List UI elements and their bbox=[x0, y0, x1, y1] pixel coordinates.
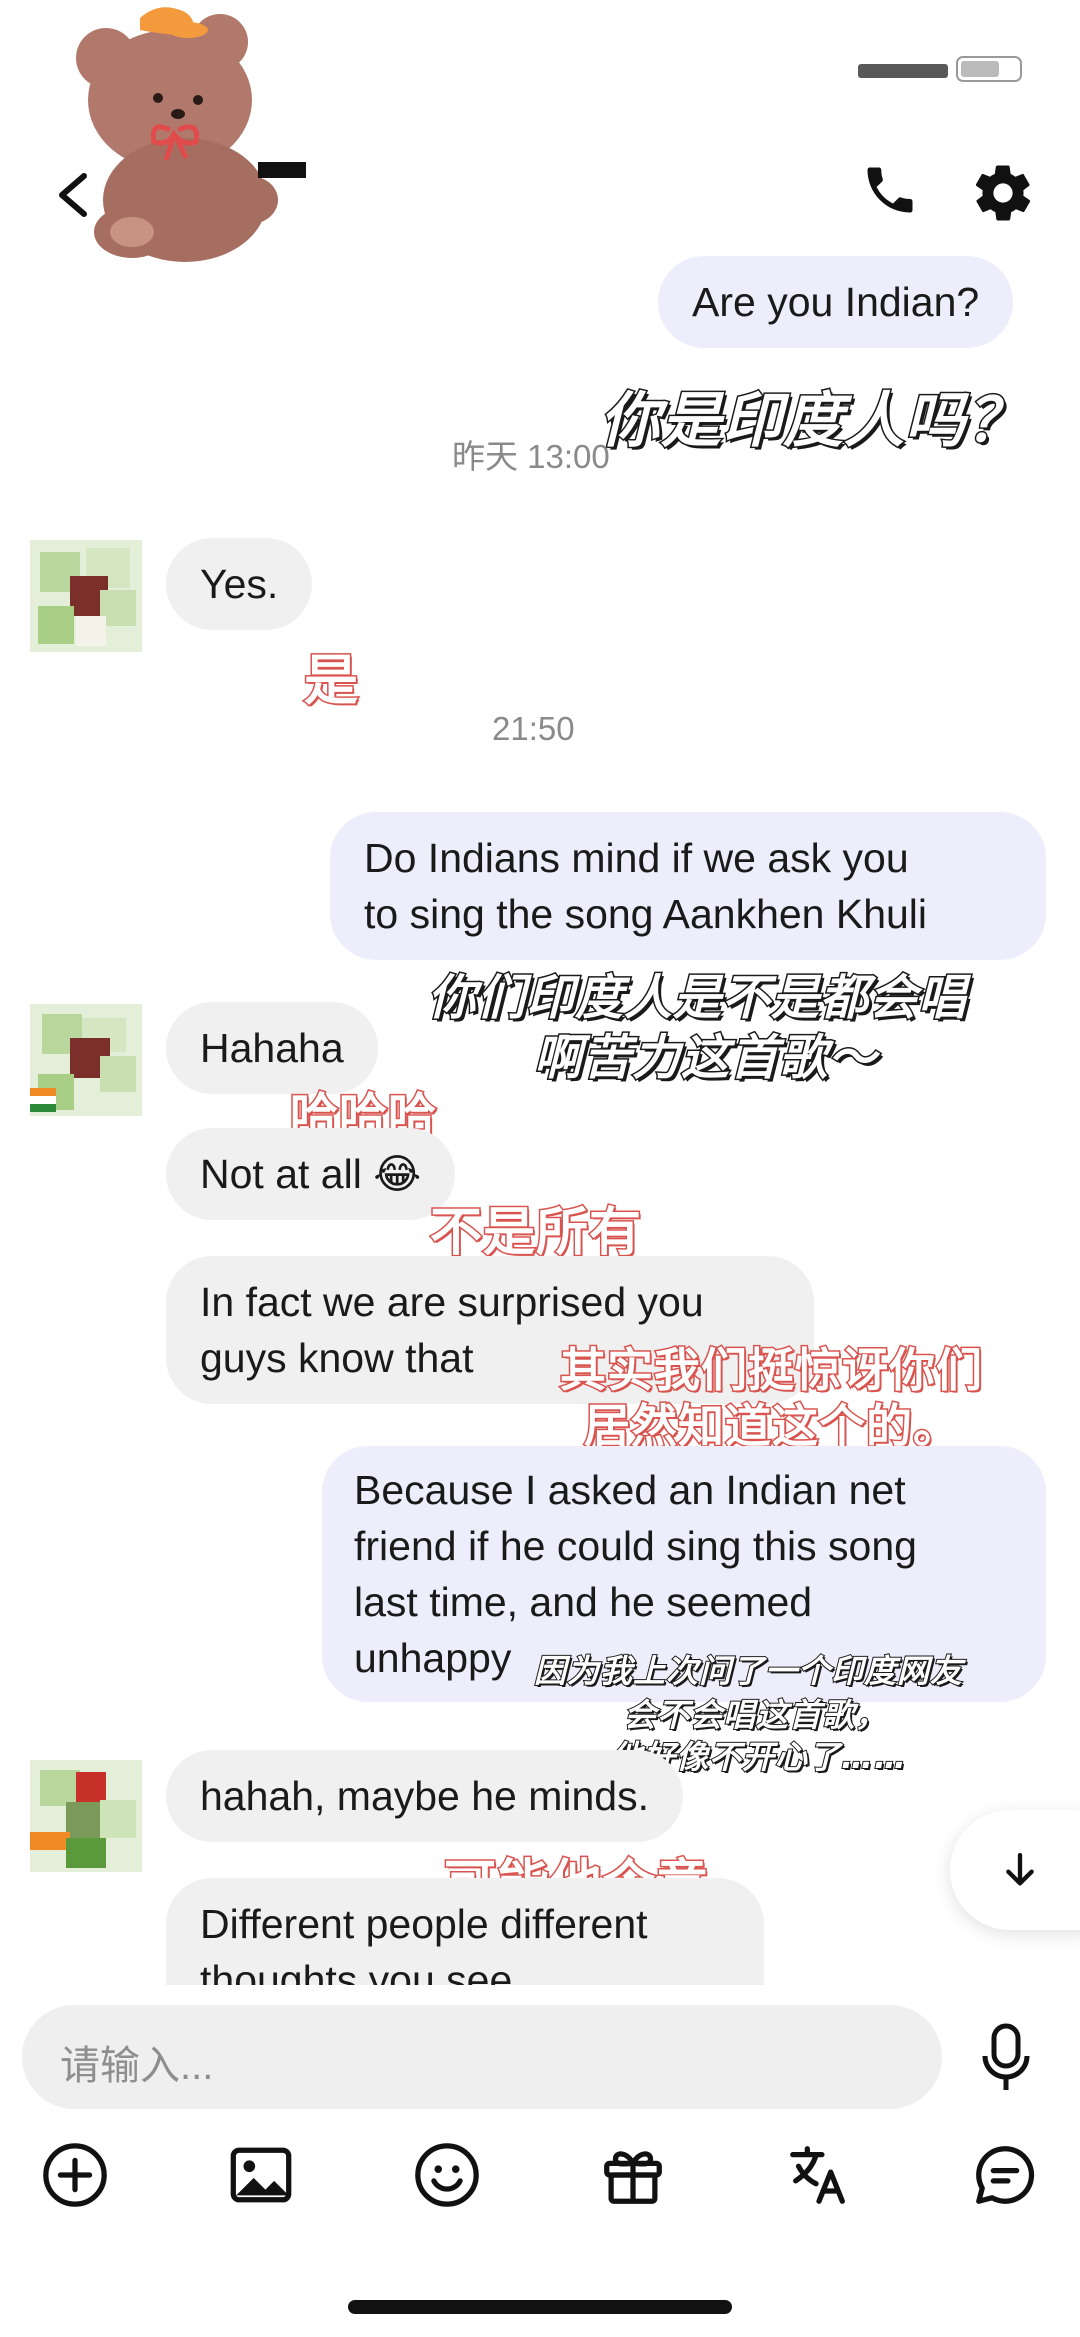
contact-avatar[interactable] bbox=[30, 540, 142, 652]
message-timestamp: 21:50 bbox=[492, 710, 575, 747]
caption-translation: 啊苦力这首歌～ bbox=[532, 1029, 878, 1088]
teddy-bear-sticker bbox=[76, 7, 278, 262]
message-timestamp: 昨天 13:00 bbox=[452, 438, 610, 475]
home-indicator bbox=[348, 2300, 732, 2314]
message-line: to sing the song Aankhen Khuli bbox=[364, 891, 928, 937]
message-input[interactable]: 请输入... bbox=[22, 2005, 942, 2109]
add-button[interactable] bbox=[40, 2140, 110, 2210]
message-outgoing[interactable]: Do Indians mind if we ask you to sing th… bbox=[330, 812, 1046, 960]
caption-translation: 因为我上次问了一个印度网友 bbox=[533, 1651, 964, 1691]
contact-avatar-sticker[interactable] bbox=[70, 0, 290, 265]
caption-translation: 会不会唱这首歌， bbox=[623, 1695, 889, 1735]
message-incoming[interactable]: Not at all 😂 bbox=[166, 1128, 456, 1220]
contact-name-redacted bbox=[258, 162, 306, 178]
caption-translation: 你是印度人吗？ bbox=[599, 385, 1028, 458]
message-input-placeholder: 请输入... bbox=[60, 2044, 214, 2088]
image-button[interactable] bbox=[226, 2140, 296, 2210]
message-line: Do Indians mind if we ask you bbox=[364, 835, 909, 881]
gift-icon bbox=[604, 2151, 662, 2204]
message-incoming[interactable]: hahah, maybe he minds. bbox=[166, 1750, 683, 1842]
emoji-button[interactable] bbox=[412, 2140, 482, 2210]
message-outgoing[interactable]: Are you Indian? bbox=[658, 256, 1014, 348]
settings-button[interactable] bbox=[970, 160, 1036, 226]
message-line: Because I asked an Indian net bbox=[354, 1467, 906, 1513]
message-line: In fact we are surprised you bbox=[200, 1279, 704, 1325]
message-line: Different people different bbox=[200, 1901, 648, 1947]
scroll-to-bottom-button[interactable] bbox=[950, 1810, 1080, 1930]
quick-reply-button[interactable] bbox=[970, 2140, 1040, 2210]
image-icon bbox=[230, 2147, 292, 2203]
translate-icon bbox=[790, 2146, 845, 2204]
translate-button[interactable] bbox=[784, 2140, 854, 2210]
battery-icon bbox=[956, 56, 1022, 82]
phone-icon bbox=[867, 167, 913, 213]
gear-icon bbox=[975, 165, 1031, 221]
add-icon bbox=[43, 2143, 107, 2207]
chat-bubble-icon bbox=[976, 2146, 1035, 2204]
message-line: friend if he could sing this song bbox=[354, 1523, 917, 1569]
message-line: last time, and he seemed bbox=[354, 1579, 813, 1625]
emoji-icon bbox=[415, 2143, 479, 2207]
contact-avatar[interactable] bbox=[30, 1760, 142, 1872]
caption-translation: 是 bbox=[303, 648, 360, 714]
gift-button[interactable] bbox=[598, 2140, 668, 2210]
arrow-down-icon bbox=[1006, 1852, 1034, 1886]
contact-avatar[interactable] bbox=[30, 1004, 142, 1116]
status-bar bbox=[858, 48, 1028, 88]
message-incoming[interactable]: Yes. bbox=[166, 538, 313, 630]
caption-translation: 不是所有 bbox=[428, 1202, 643, 1265]
voice-button[interactable] bbox=[980, 2022, 1032, 2094]
microphone-icon bbox=[982, 2023, 1030, 2090]
call-button[interactable] bbox=[860, 160, 920, 220]
